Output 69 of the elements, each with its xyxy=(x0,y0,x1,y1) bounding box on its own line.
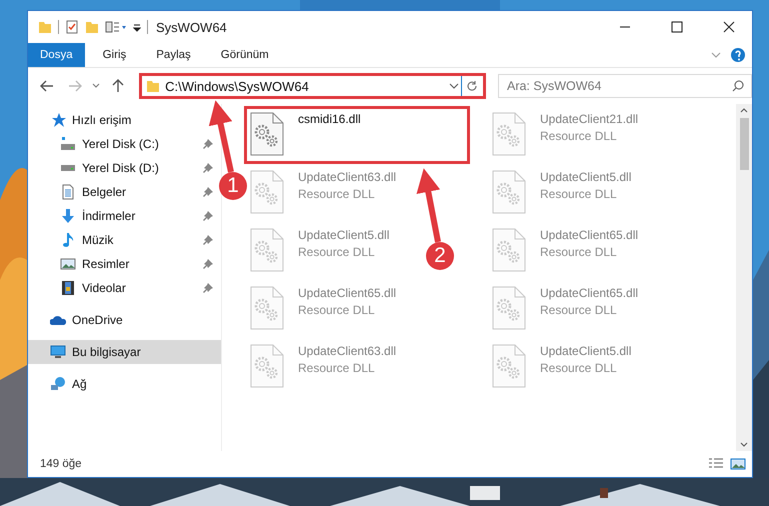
sidebar-item[interactable]: Yerel Disk (D:) xyxy=(28,156,221,180)
file-tile[interactable]: UpdateClient65.dll Resource DLL xyxy=(244,280,406,338)
file-tile[interactable]: csmidi16.dll xyxy=(244,106,470,164)
film-icon xyxy=(60,280,76,296)
window-title: SysWOW64 xyxy=(156,20,228,34)
close-icon xyxy=(723,21,735,33)
ribbon-tab[interactable]: Görünüm xyxy=(208,43,281,67)
sidebar-item[interactable]: Hızlı erişim xyxy=(28,108,221,132)
item-count: 149 öğe xyxy=(40,458,82,470)
file-tile[interactable]: UpdateClient65.dll Resource DLL xyxy=(486,280,648,338)
sidebar-item[interactable]: OneDrive xyxy=(28,308,221,332)
ribbon-tab[interactable]: Dosya xyxy=(28,43,85,67)
settings-file-icon xyxy=(250,228,284,272)
sidebar-item[interactable]: Bu bilgisayar xyxy=(28,340,221,364)
settings-file-icon xyxy=(250,112,284,156)
settings-file-icon xyxy=(492,112,526,156)
settings-file-icon xyxy=(492,344,526,388)
pin-icon[interactable] xyxy=(203,259,213,269)
settings-file-icon xyxy=(492,286,526,330)
pin-icon[interactable] xyxy=(203,211,213,221)
pin-icon[interactable] xyxy=(203,139,213,149)
download-icon xyxy=(60,208,76,224)
computer-icon xyxy=(50,344,66,360)
sidebar-item[interactable]: Belgeler xyxy=(28,180,221,204)
address-field[interactable]: C:\Windows\SysWOW64 xyxy=(139,73,486,99)
drive-icon xyxy=(60,136,76,152)
sidebar-item[interactable]: İndirmeler xyxy=(28,204,221,228)
file-tile[interactable]: UpdateClient5.dll Resource DLL xyxy=(486,338,640,396)
arrow-left-icon xyxy=(40,80,54,92)
image-icon xyxy=(60,256,76,272)
pin-icon[interactable] xyxy=(203,235,213,245)
document-icon xyxy=(60,184,76,200)
scrollbar-thumb[interactable] xyxy=(740,118,748,170)
large-icons-view-icon[interactable] xyxy=(730,457,746,471)
search-icon xyxy=(732,80,744,92)
file-tile[interactable]: UpdateClient65.dll Resource DLL xyxy=(486,222,648,280)
refresh-icon xyxy=(466,80,478,92)
sidebar-item[interactable]: Yerel Disk (C:) xyxy=(28,132,221,156)
file-tile[interactable]: UpdateClient5.dll Resource DLL xyxy=(486,164,640,222)
arrow-right-icon xyxy=(68,80,82,92)
drive-icon xyxy=(60,164,76,172)
checklist-icon[interactable] xyxy=(65,20,79,34)
music-note-icon xyxy=(60,232,76,248)
sidebar-item[interactable]: Resimler xyxy=(28,252,221,276)
settings-file-icon xyxy=(492,228,526,272)
pin-icon[interactable] xyxy=(203,163,213,173)
file-tile[interactable]: UpdateClient63.dll Resource DLL xyxy=(244,338,406,396)
sidebar-item[interactable]: Ağ xyxy=(28,372,221,396)
ribbon-tab[interactable]: Paylaş xyxy=(144,43,203,67)
arrow-up-icon xyxy=(112,79,124,93)
pin-icon[interactable] xyxy=(203,187,213,197)
network-icon xyxy=(50,376,66,392)
pin-icon[interactable] xyxy=(203,283,213,293)
file-tile[interactable]: UpdateClient63.dll Resource DLL xyxy=(244,164,406,222)
chevron-down-icon xyxy=(92,83,100,89)
settings-file-icon xyxy=(250,286,284,330)
file-tile[interactable]: UpdateClient21.dll Resource DLL xyxy=(486,106,648,164)
search-field[interactable]: Ara: SysWOW64 xyxy=(498,74,752,98)
settings-file-icon xyxy=(492,170,526,214)
properties-icon[interactable] xyxy=(105,20,127,34)
maximize-icon xyxy=(671,21,683,33)
ribbon-tab[interactable]: Giriş xyxy=(90,43,138,67)
file-tile[interactable]: UpdateClient5.dll Resource DLL xyxy=(244,222,398,280)
star-icon xyxy=(50,112,66,128)
settings-file-icon xyxy=(250,170,284,214)
sidebar-item[interactable]: Videolar xyxy=(28,276,221,300)
sidebar-item[interactable]: Müzik xyxy=(28,228,221,252)
folder-icon xyxy=(146,79,160,93)
settings-file-icon xyxy=(250,344,284,388)
